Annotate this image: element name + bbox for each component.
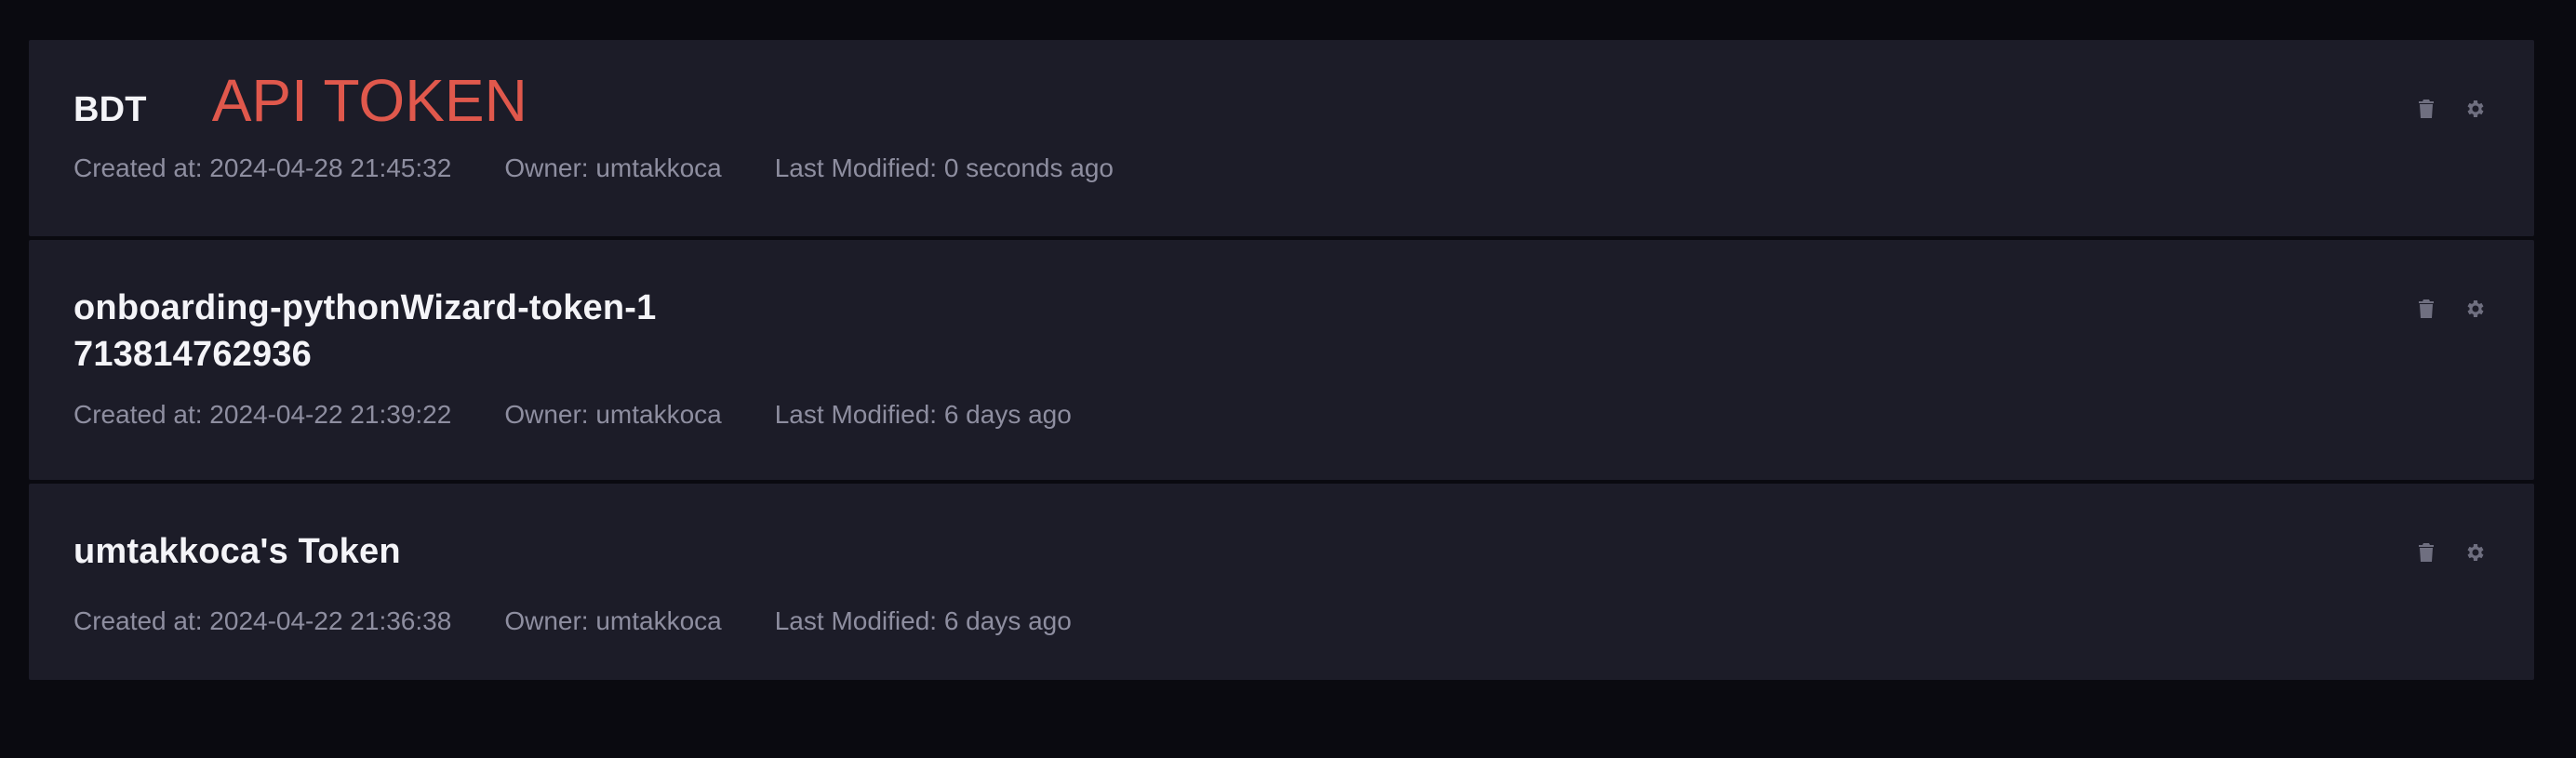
token-card[interactable]: onboarding-pythonWizard-token-1713814762…: [29, 240, 2534, 480]
token-actions: [2413, 296, 2488, 322]
last-modified: Last Modified: 6 days ago: [774, 606, 1072, 635]
token-title[interactable]: onboarding-pythonWizard-token-1713814762…: [73, 285, 669, 378]
token-list: BDT API TOKEN Created at: 2024-04-28 21:…: [29, 40, 2534, 684]
created-at: Created at: 2024-04-22 21:36:38: [73, 606, 452, 635]
owner: Owner: umtakkoca: [504, 400, 722, 429]
token-title-row: BDT API TOKEN: [73, 68, 2489, 133]
gear-icon[interactable]: [2462, 539, 2488, 565]
token-meta: Created at: 2024-04-22 21:36:38 Owner: u…: [73, 605, 2489, 638]
owner: Owner: umtakkoca: [504, 153, 722, 182]
trash-icon[interactable]: [2413, 96, 2439, 122]
created-at: Created at: 2024-04-28 21:45:32: [73, 153, 452, 182]
token-card[interactable]: BDT API TOKEN Created at: 2024-04-28 21:…: [29, 40, 2534, 236]
gear-icon[interactable]: [2462, 296, 2488, 322]
created-at: Created at: 2024-04-22 21:39:22: [73, 400, 452, 429]
last-modified: Last Modified: 0 seconds ago: [774, 153, 1114, 182]
token-title-row: onboarding-pythonWizard-token-1713814762…: [73, 285, 2489, 378]
token-actions: [2413, 96, 2488, 122]
token-card[interactable]: umtakkoca's Token Created at: 2024-04-22…: [29, 484, 2534, 680]
gear-icon[interactable]: [2462, 96, 2488, 122]
token-title[interactable]: BDT: [73, 86, 147, 133]
trash-icon[interactable]: [2413, 296, 2439, 322]
owner: Owner: umtakkoca: [504, 606, 722, 635]
token-meta: Created at: 2024-04-22 21:39:22 Owner: u…: [73, 398, 2489, 432]
trash-icon[interactable]: [2413, 539, 2439, 565]
token-actions: [2413, 539, 2488, 565]
api-token-annotation: API TOKEN: [211, 67, 527, 134]
token-meta: Created at: 2024-04-28 21:45:32 Owner: u…: [73, 152, 2489, 185]
token-title-row: umtakkoca's Token: [73, 528, 2489, 575]
token-title[interactable]: umtakkoca's Token: [73, 528, 401, 575]
last-modified: Last Modified: 6 days ago: [774, 400, 1072, 429]
